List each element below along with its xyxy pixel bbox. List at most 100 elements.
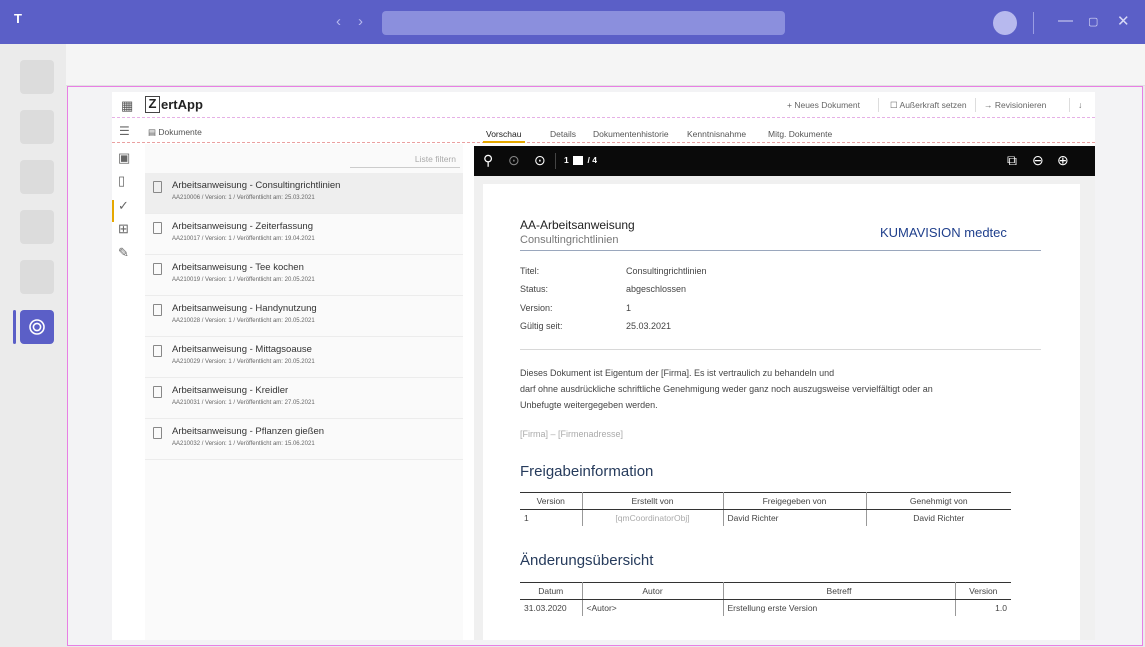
confidentiality-text: Dieses Dokument ist Eigentum der [Firma]… (520, 368, 835, 378)
document-title: AA-Arbeitsanweisung (520, 218, 635, 232)
rail-active-indicator (13, 310, 16, 344)
document-icon (153, 345, 162, 357)
tab-acknowledgement[interactable]: Kenntnisnahme (687, 129, 746, 139)
retire-button[interactable]: ☐ Außerkraft setzen (890, 100, 967, 111)
checkmark-icon[interactable]: ✓ (118, 198, 129, 214)
page-down-icon[interactable]: ⊙ (534, 152, 546, 169)
teams-title-bar: T ‹ › — ▢ ✕ (0, 0, 1145, 44)
document-icon[interactable]: ▯ (118, 173, 125, 189)
zertapp-rail-icon (29, 319, 45, 335)
table-cell: 1 (520, 509, 583, 526)
list-item-title: Arbeitsanweisung - Mittagsoause (172, 344, 312, 355)
document-icon (153, 386, 162, 398)
list-item-meta: AA210029 / Version: 1 / Veröffentlicht a… (172, 359, 315, 365)
icon-column: ▣ ▯ ✓ ⊞ ✎ (112, 144, 138, 640)
document-subtitle: Consultingrichtlinien (520, 234, 619, 246)
teams-search-input[interactable] (382, 11, 785, 35)
header-rule (520, 250, 1041, 251)
list-item-title: Arbeitsanweisung - Pflanzen gießen (172, 426, 325, 437)
search-icon[interactable]: ⚲ (483, 152, 493, 169)
list-item-title: Arbeitsanweisung - Zeiterfassung (172, 221, 313, 232)
header-divider (878, 98, 879, 112)
pen-icon[interactable]: ✎ (118, 245, 129, 261)
list-item[interactable]: Arbeitsanweisung - Handynutzung AA210028… (145, 296, 463, 337)
rail-item-zertapp[interactable] (20, 310, 54, 344)
viewer-toolbar: ⚲ ⊙ ⊙ 1 / 4 ⧉ ⊖ ⊕ (474, 146, 1095, 176)
page-total: / 4 (587, 155, 597, 165)
zoom-out-icon[interactable]: ⊖ (1032, 152, 1044, 169)
list-filter-input[interactable]: Liste filtern (350, 150, 460, 168)
rail-item-1[interactable] (20, 60, 54, 94)
document-icon (153, 427, 162, 439)
active-tab-indicator (483, 141, 525, 143)
table-cell: David Richter (913, 513, 965, 523)
revise-button[interactable]: → Revisionieren (984, 100, 1046, 110)
table-header: Freigegeben von (723, 492, 867, 510)
table-cell: Erstellung erste Version (723, 599, 956, 616)
tab-details[interactable]: Details (550, 129, 576, 139)
hamburger-menu-icon[interactable]: ☰ (119, 124, 130, 138)
list-item[interactable]: Arbeitsanweisung - Pflanzen gießen AA210… (145, 419, 463, 460)
list-item-meta: AA210019 / Version: 1 / Veröffentlicht a… (172, 277, 315, 283)
release-table: Version Erstellt von Freigegeben von Gen… (520, 492, 1011, 526)
meta-value: abgeschlossen (626, 284, 687, 294)
close-button[interactable]: ✕ (1117, 12, 1130, 30)
rail-item-4[interactable] (20, 210, 54, 244)
list-item-title: Arbeitsanweisung - Kreidler (172, 385, 289, 396)
teams-logo-icon[interactable]: T (14, 11, 36, 31)
documents-icon: ▤ (148, 127, 157, 137)
list-item-meta: AA210031 / Version: 1 / Veröffentlicht a… (172, 400, 315, 406)
table-header: Erstellt von (582, 492, 724, 510)
list-item[interactable]: Arbeitsanweisung - Zeiterfassung AA21001… (145, 214, 463, 255)
minimize-button[interactable]: — (1058, 12, 1073, 29)
page-input[interactable] (573, 156, 584, 166)
table-row: 1 [qmCoordinatorObj] David Richter David… (520, 509, 1011, 526)
tab-document-history[interactable]: Dokumentenhistorie (593, 129, 669, 139)
list-item[interactable]: Arbeitsanweisung - Mittagsoause AA210029… (145, 337, 463, 378)
document-icon (153, 222, 162, 234)
documents-tab[interactable]: ▤ Dokumente (148, 127, 202, 138)
retire-icon: ☐ (890, 100, 898, 110)
document-icon (153, 304, 162, 316)
download-icon[interactable]: ↓ (1078, 100, 1082, 110)
document-icon (153, 263, 162, 275)
list-item-meta: AA210006 / Version: 1 / Veröffentlicht a… (172, 195, 315, 201)
list-item[interactable]: Arbeitsanweisung - Tee kochen AA210019 /… (145, 255, 463, 296)
rail-item-5[interactable] (20, 260, 54, 294)
meta-value: 1 (626, 303, 632, 313)
list-item-title: Arbeitsanweisung - Consultingrichtlinien (172, 180, 341, 191)
forward-arrow-icon[interactable]: › (358, 13, 363, 30)
company-brand: KUMAVISION medtec (880, 225, 1007, 240)
list-item-title: Arbeitsanweisung - Handynutzung (172, 303, 317, 314)
rail-item-3[interactable] (20, 160, 54, 194)
table-cell: David Richter (723, 509, 867, 526)
new-document-button[interactable]: + Neues Dokument (787, 100, 860, 110)
meta-label: Gültig seit: (520, 321, 563, 331)
table-header: Autor (582, 582, 724, 600)
table-header: Datum (520, 582, 583, 600)
meta-value: Consultingrichtlinien (626, 266, 707, 276)
open-external-icon[interactable]: ⧉ (1007, 152, 1017, 169)
rail-item-2[interactable] (20, 110, 54, 144)
table-cell: 31.03.2020 (520, 599, 583, 616)
release-heading: Freigabeinformation (520, 463, 654, 480)
layout-icon[interactable]: ⊞ (118, 221, 129, 237)
pdf-icon[interactable]: ▣ (118, 150, 130, 166)
tab-related-documents[interactable]: Mitg. Dokumente (768, 129, 832, 139)
maximize-button[interactable]: ▢ (1088, 15, 1098, 28)
section-rule (520, 349, 1041, 350)
list-item[interactable]: Arbeitsanweisung - Kreidler AA210031 / V… (145, 378, 463, 419)
tab-preview[interactable]: Vorschau (486, 129, 521, 139)
changes-table: Datum Autor Betreff Version 31.03.2020 <… (520, 582, 1011, 616)
page-up-icon[interactable]: ⊙ (508, 152, 520, 169)
waffle-icon[interactable]: ▦ (121, 98, 133, 114)
user-avatar[interactable] (993, 11, 1017, 35)
sub-header: ☰ ▤ Dokumente Vorschau Details Dokumente… (112, 119, 1095, 143)
confidentiality-text: darf ohne ausdrückliche schriftliche Gen… (520, 384, 933, 394)
back-arrow-icon[interactable]: ‹ (336, 13, 341, 30)
zoom-in-icon[interactable]: ⊕ (1057, 152, 1069, 169)
list-item[interactable]: Arbeitsanweisung - Consultingrichtlinien… (145, 173, 463, 214)
company-address: [Firma] – [Firmenadresse] (520, 429, 624, 439)
page-indicator[interactable]: 1 / 4 (564, 155, 597, 166)
meta-label: Status: (520, 284, 549, 294)
